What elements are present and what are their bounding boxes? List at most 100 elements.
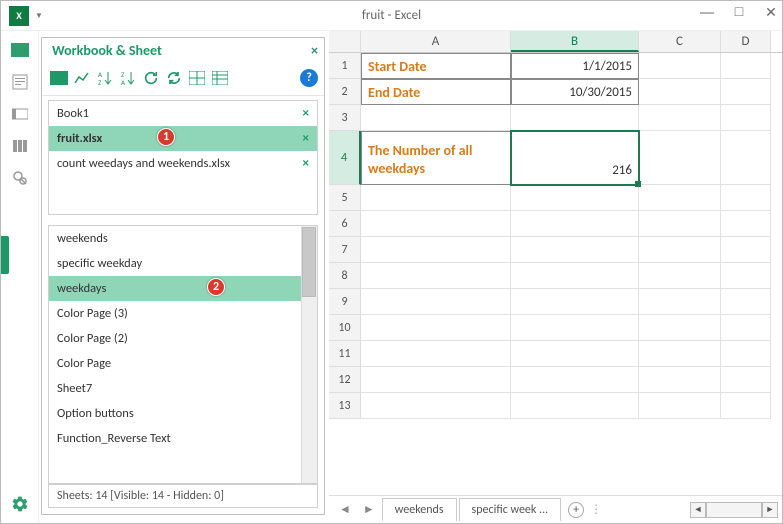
panel-toolbar: AZ ZA ? <box>42 63 324 96</box>
grid-row: 2 End Date 10/30/2015 <box>329 79 782 105</box>
sort-za-icon[interactable]: ZA <box>117 67 139 89</box>
sheet-tab[interactable]: specific week ... <box>459 498 562 521</box>
find-replace-icon[interactable] <box>10 169 30 187</box>
help-button[interactable]: ? <box>300 69 318 87</box>
add-sheet-button[interactable]: + <box>568 502 584 518</box>
workbook-name: Book1 <box>57 106 89 121</box>
hscroll-right-icon[interactable]: ► <box>762 502 778 518</box>
row-header[interactable]: 3 <box>329 105 361 131</box>
column-headers: A B C D <box>329 31 782 53</box>
grid-row: 10 <box>329 315 782 341</box>
row-header[interactable]: 12 <box>329 367 361 393</box>
quick-access-dropdown[interactable]: ▼ <box>35 11 43 21</box>
sheet-item[interactable]: specific weekday <box>49 251 301 276</box>
col-header-A[interactable]: A <box>361 31 511 52</box>
cell-A3[interactable] <box>361 105 511 131</box>
sheet-item[interactable]: weekdays 2 <box>49 276 301 301</box>
cell-C2[interactable] <box>639 79 721 105</box>
cell-C4[interactable] <box>639 131 721 185</box>
cell-D4[interactable] <box>721 131 771 185</box>
col-header-B[interactable]: B <box>511 31 639 52</box>
window-maximize-button[interactable]: □ <box>732 5 746 22</box>
row-header[interactable]: 5 <box>329 185 361 211</box>
tab-nav-prev-icon[interactable]: ◄ <box>333 502 357 517</box>
cell-A4[interactable]: The Number of all weekdays <box>361 131 511 185</box>
spreadsheet-area: A B C D 1 Start Date 1/1/2015 2 End Date… <box>329 31 782 523</box>
select-all-corner[interactable] <box>329 31 361 52</box>
sheet-item[interactable]: weekends <box>49 226 301 251</box>
sort-az-icon[interactable]: AZ <box>94 67 116 89</box>
workbook-item[interactable]: fruit.xlsx × 1 <box>49 126 317 151</box>
row-header[interactable]: 7 <box>329 237 361 263</box>
workbook-sheet-panel: Workbook & Sheet × AZ ZA ? Book1 × fruit… <box>41 37 325 515</box>
row-header[interactable]: 11 <box>329 341 361 367</box>
cell-B4[interactable]: 216 <box>511 131 639 185</box>
cell-C1[interactable] <box>639 53 721 79</box>
row-header[interactable]: 8 <box>329 263 361 289</box>
cell-C3[interactable] <box>639 105 721 131</box>
grid-list-icon[interactable] <box>209 67 231 89</box>
row-header[interactable]: 9 <box>329 289 361 315</box>
autotext-icon[interactable] <box>10 73 30 91</box>
grid-toggle-icon[interactable] <box>186 67 208 89</box>
workbook-item[interactable]: count weedays and weekends.xlsx × <box>49 151 317 176</box>
grid-row: 9 <box>329 289 782 315</box>
col-header-D[interactable]: D <box>721 31 771 52</box>
chart-line-icon[interactable] <box>71 67 93 89</box>
cell-B3[interactable] <box>511 105 639 131</box>
cell-D2[interactable] <box>721 79 771 105</box>
workbook-name: count weedays and weekends.xlsx <box>57 156 230 171</box>
window-close-button[interactable]: ✕ <box>764 5 778 22</box>
tab-nav-next-icon[interactable]: ► <box>357 502 381 517</box>
close-workbook-icon[interactable]: × <box>303 131 309 146</box>
hscroll-track[interactable] <box>706 502 762 518</box>
sheet-item[interactable]: Color Page (2) <box>49 326 301 351</box>
cell-B2[interactable]: 10/30/2015 <box>511 79 639 105</box>
cell-A2[interactable]: End Date <box>361 79 511 105</box>
callout-badge-2: 2 <box>207 278 225 296</box>
columns-icon[interactable] <box>10 137 30 155</box>
row-header[interactable]: 10 <box>329 315 361 341</box>
grid-row: 1 Start Date 1/1/2015 <box>329 53 782 79</box>
name-manager-icon[interactable] <box>10 105 30 123</box>
hscroll-left-icon[interactable]: ◄ <box>690 502 706 518</box>
sheet-item[interactable]: Sheet7 <box>49 376 301 401</box>
close-workbook-icon[interactable]: × <box>303 156 309 171</box>
row-header[interactable]: 13 <box>329 393 361 419</box>
row-header[interactable]: 2 <box>329 79 361 105</box>
sheet-item[interactable]: Color Page <box>49 351 301 376</box>
scrollbar-thumb[interactable] <box>302 227 316 297</box>
horizontal-scrollbar[interactable]: ◄ ► <box>690 502 778 518</box>
workbook-sheet-icon[interactable] <box>10 41 30 59</box>
app-icon: X <box>9 6 29 26</box>
row-header[interactable]: 6 <box>329 211 361 237</box>
panel-title: Workbook & Sheet <box>52 42 162 59</box>
sheet-list-scrollbar[interactable] <box>301 226 317 483</box>
col-header-C[interactable]: C <box>639 31 721 52</box>
grid-row: 8 <box>329 263 782 289</box>
sync-icon[interactable] <box>163 67 185 89</box>
sheet-item[interactable]: Function_Reverse Text <box>49 426 301 451</box>
left-toolstrip <box>1 31 39 523</box>
workbook-list: Book1 × fruit.xlsx × 1 count weedays and… <box>48 100 318 215</box>
grid-row: 6 <box>329 211 782 237</box>
window-minimize-button[interactable]: — <box>700 5 714 22</box>
new-workbook-icon[interactable] <box>48 67 70 89</box>
refresh-icon[interactable] <box>140 67 162 89</box>
cell-B1[interactable]: 1/1/2015 <box>511 53 639 79</box>
window-title: fruit - Excel <box>362 8 421 23</box>
panel-close-button[interactable]: × <box>311 42 318 59</box>
panel-collapse-handle[interactable] <box>1 236 9 274</box>
sheet-tab[interactable]: weekends <box>382 498 457 521</box>
settings-gear-icon[interactable] <box>10 495 30 513</box>
cell-D3[interactable] <box>721 105 771 131</box>
cell-D1[interactable] <box>721 53 771 79</box>
sheet-item[interactable]: Color Page (3) <box>49 301 301 326</box>
grid-row: 4 The Number of all weekdays 216 <box>329 131 782 185</box>
row-header[interactable]: 4 <box>329 131 361 185</box>
row-header[interactable]: 1 <box>329 53 361 79</box>
close-workbook-icon[interactable]: × <box>303 106 309 121</box>
workbook-item[interactable]: Book1 × <box>49 101 317 126</box>
cell-A1[interactable]: Start Date <box>361 53 511 79</box>
sheet-item[interactable]: Option buttons <box>49 401 301 426</box>
